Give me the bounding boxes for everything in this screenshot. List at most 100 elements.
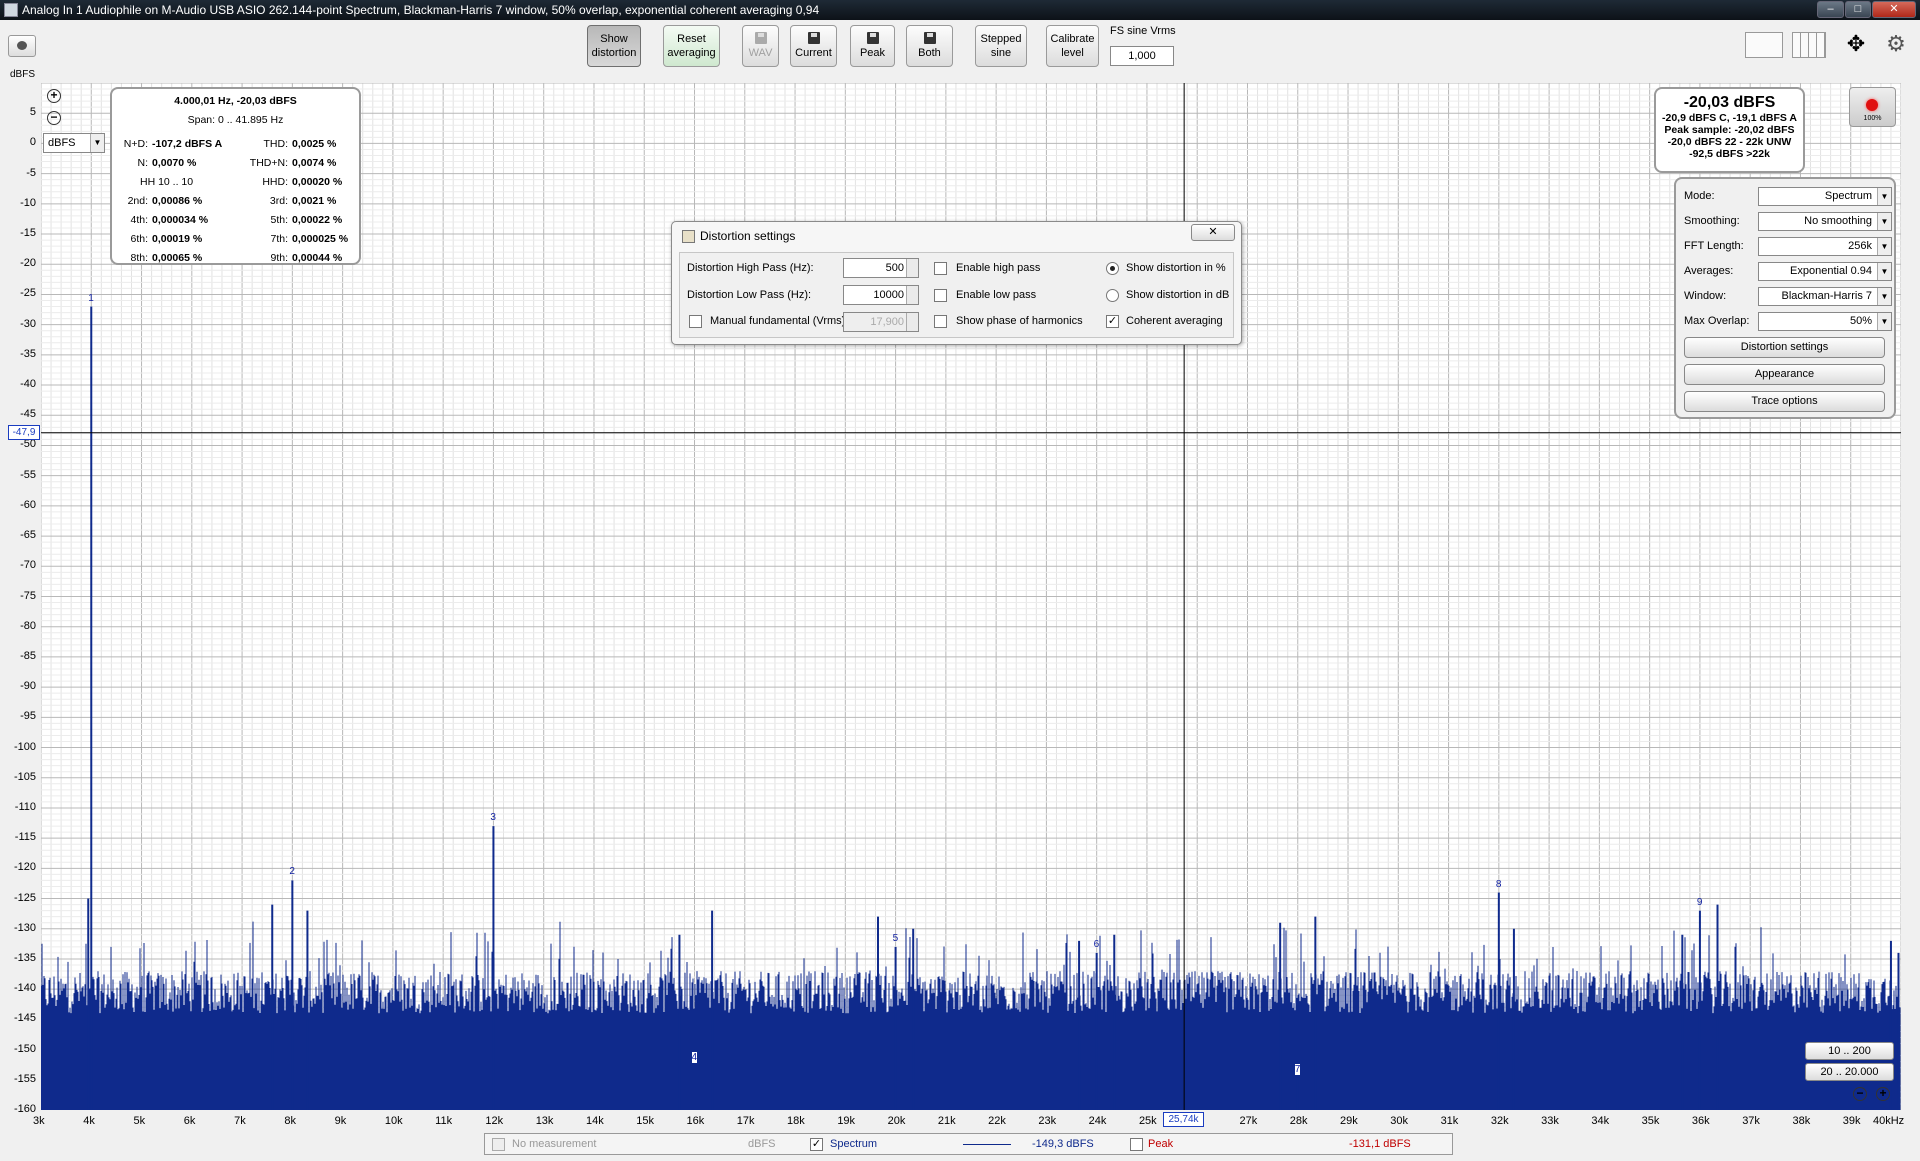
range-20-20000-button[interactable]: 20 .. 20.000 — [1805, 1063, 1894, 1081]
averages-select[interactable]: Exponential 0.94 ▼ — [1758, 262, 1892, 281]
dialog-icon — [682, 230, 695, 243]
x-tick-label: 24k — [1088, 1115, 1107, 1127]
enable-low-pass-checkbox[interactable] — [934, 289, 947, 302]
readout-key: N: — [137, 157, 149, 169]
trace-legend: No measurement dBFS ✓ Spectrum -149,3 dB… — [484, 1133, 1453, 1155]
x-tick-label: 4k — [83, 1115, 95, 1127]
layout-icon[interactable] — [1745, 32, 1783, 58]
harmonic-label-7: 7 — [1294, 1063, 1301, 1075]
high-pass-input[interactable]: 500 — [843, 258, 919, 278]
manual-fundamental-input[interactable]: 17,900 — [843, 312, 919, 332]
spectrum-checkbox[interactable]: ✓ — [810, 1138, 823, 1151]
show-percent-radio[interactable] — [1106, 262, 1119, 275]
distortion-settings-button[interactable]: Distortion settings — [1684, 337, 1885, 358]
readout-key: THD+N: — [249, 157, 288, 169]
readout-value: 0,00065 % — [152, 252, 203, 264]
manual-fundamental-checkbox[interactable] — [689, 315, 702, 328]
coherent-averaging-checkbox[interactable]: ✓ — [1106, 315, 1119, 328]
save-current-button[interactable]: Current — [790, 25, 837, 67]
readout-value: HH 10 .. 10 — [140, 176, 194, 188]
move-arrows-icon[interactable]: ✥ — [1838, 32, 1874, 58]
overlap-select[interactable]: 50% ▼ — [1758, 312, 1892, 331]
save-both-button[interactable]: Both — [906, 25, 953, 67]
harmonic-label-8: 8 — [1495, 878, 1502, 890]
y-tick-label: -115 — [14, 831, 36, 844]
x-tick-label: 37k — [1742, 1115, 1760, 1127]
readout-key: THD: — [263, 138, 289, 150]
y-tick-label: -100 — [13, 740, 36, 753]
trace-options-button[interactable]: Trace options — [1684, 391, 1885, 412]
readout-value: 0,0025 % — [292, 138, 337, 150]
no-measurement-label: No measurement — [512, 1138, 597, 1150]
x-tick-label: 39k — [1842, 1115, 1861, 1127]
reset-averaging-button[interactable]: Reset averaging — [663, 25, 720, 67]
mode-row: Mode: Spectrum ▼ — [1684, 187, 1892, 207]
minimize-button[interactable]: – — [1817, 1, 1844, 18]
camera-icon[interactable] — [8, 35, 36, 57]
y-tick-label: -40 — [20, 378, 36, 391]
appearance-button[interactable]: Appearance — [1684, 364, 1885, 385]
columns-icon[interactable] — [1792, 32, 1826, 58]
high-pass-label: Distortion High Pass (Hz): — [687, 262, 814, 274]
readout-value: 0,00020 % — [292, 176, 343, 188]
peak-checkbox[interactable] — [1130, 1138, 1143, 1151]
chevron-down-icon: ▼ — [1877, 263, 1891, 280]
manual-fundamental-label: Manual fundamental (Vrms) — [710, 315, 846, 327]
wav-save-button[interactable]: WAV — [742, 25, 779, 67]
y-tick-label: -35 — [20, 347, 36, 360]
chevron-down-icon: ▼ — [90, 134, 104, 152]
record-button[interactable]: 100% — [1849, 87, 1896, 127]
close-button[interactable]: ✕ — [1872, 1, 1916, 18]
save-peak-button[interactable]: Peak — [850, 25, 895, 67]
readout-key: 3rd: — [269, 195, 288, 207]
floppy-icon — [923, 32, 936, 44]
y-tick-label: -5 — [26, 166, 36, 179]
x-tick-label: 35k — [1641, 1115, 1660, 1127]
gear-icon[interactable]: ⚙ — [1884, 32, 1908, 58]
low-pass-input[interactable]: 10000 — [843, 285, 919, 305]
smoothing-select[interactable]: No smoothing ▼ — [1758, 212, 1892, 231]
no-measurement-checkbox[interactable] — [492, 1138, 505, 1151]
x-tick-label: 6k — [183, 1115, 196, 1127]
zoom-out-icon[interactable]: − — [1853, 1087, 1867, 1101]
window-row: Window: Blackman-Harris 7 ▼ — [1684, 287, 1892, 307]
enable-high-pass-checkbox[interactable] — [934, 262, 947, 275]
range-10-200-button[interactable]: 10 .. 200 — [1805, 1042, 1894, 1060]
x-tick-label: 18k — [787, 1115, 805, 1127]
y-tick-label: -80 — [20, 619, 36, 632]
mode-select[interactable]: Spectrum ▼ — [1758, 187, 1892, 206]
calibrate-level-button[interactable]: Calibrate level — [1046, 25, 1099, 67]
zoom-out-icon[interactable]: − — [47, 111, 61, 125]
window-select[interactable]: Blackman-Harris 7 ▼ — [1758, 287, 1892, 306]
floppy-icon — [866, 32, 879, 44]
x-tick-label: 34k — [1591, 1115, 1610, 1127]
show-distortion-button[interactable]: Show distortion — [587, 25, 641, 67]
y-tick-label: -25 — [20, 287, 36, 300]
show-phase-checkbox[interactable] — [934, 315, 947, 328]
floppy-icon — [754, 32, 767, 44]
y-tick-label: -125 — [13, 891, 36, 904]
x-tick-label: 17k — [736, 1115, 755, 1127]
fft-length-select[interactable]: 256k ▼ — [1758, 237, 1892, 256]
distortion-readout: 4.000,01 Hz, -20,03 dBFS Span: 0 .. 41.8… — [110, 87, 361, 265]
readout-key: 2nd: — [127, 195, 148, 207]
level-main: -20,03 dBFS — [1683, 94, 1776, 111]
show-db-radio[interactable] — [1106, 289, 1119, 302]
title-bar: Analog In 1 Audiophile on M-Audio USB AS… — [0, 0, 1920, 20]
zoom-in-icon[interactable]: + — [1876, 1087, 1890, 1101]
enable-high-pass-label: Enable high pass — [956, 262, 1041, 274]
readout-key: 4th: — [130, 214, 148, 226]
fs-sine-input[interactable]: 1,000 — [1110, 46, 1174, 66]
readout-key: 8th: — [130, 252, 148, 264]
floppy-icon — [807, 32, 820, 44]
dialog-close-button[interactable]: ✕ — [1191, 224, 1235, 241]
stepped-sine-button[interactable]: Stepped sine — [975, 25, 1027, 67]
maximize-button[interactable]: □ — [1845, 1, 1871, 18]
zoom-in-icon[interactable]: + — [47, 89, 61, 103]
readout-row: N+D: -107,2 dBFS A THD: 0,0025 % — [112, 138, 359, 152]
app-icon — [4, 3, 18, 17]
harmonic-label-4: 4 — [691, 1051, 698, 1063]
unit-select[interactable]: dBFS ▼ — [43, 133, 105, 153]
record-icon — [1866, 99, 1878, 111]
harmonic-label-3: 3 — [490, 812, 496, 824]
